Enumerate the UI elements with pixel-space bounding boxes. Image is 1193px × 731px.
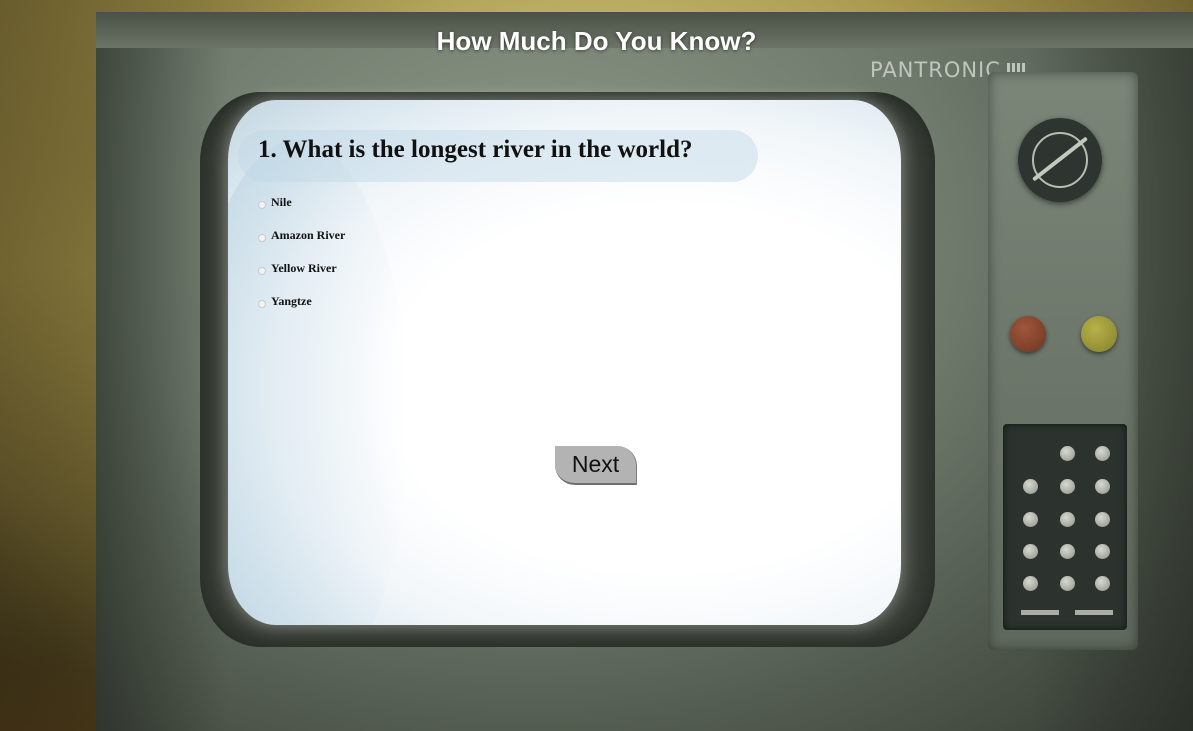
- keypad-button: [1060, 576, 1075, 591]
- tuning-dial: [1018, 118, 1102, 202]
- answer-option[interactable]: Nile: [258, 186, 858, 219]
- keypad-button: [1095, 512, 1110, 527]
- answer-option[interactable]: Yangtze: [258, 285, 858, 318]
- radio-button[interactable]: [258, 299, 266, 308]
- answer-label: Yellow River: [271, 261, 337, 275]
- keypad-button: [1023, 479, 1038, 494]
- keypad-button: [1023, 576, 1038, 591]
- page-title: How Much Do You Know?: [436, 26, 757, 56]
- keypad-button: [1095, 479, 1110, 494]
- keypad: [1003, 424, 1127, 630]
- answer-options: Nile Amazon River Yellow River Yangtze: [258, 186, 858, 318]
- next-button[interactable]: Next: [555, 446, 637, 485]
- brand-name: PANTRONIC: [870, 58, 1001, 82]
- yellow-knob: [1081, 316, 1117, 352]
- red-knob: [1010, 316, 1046, 352]
- answer-label: Yangtze: [271, 294, 312, 308]
- keypad-button: [1060, 544, 1075, 559]
- radio-button[interactable]: [258, 266, 266, 275]
- keypad-button: [1060, 479, 1075, 494]
- keypad-slot: [1075, 610, 1113, 615]
- keypad-button: [1095, 576, 1110, 591]
- answer-option[interactable]: Yellow River: [258, 252, 858, 285]
- answer-option[interactable]: Amazon River: [258, 219, 858, 252]
- keypad-button: [1023, 544, 1038, 559]
- keypad-button: [1060, 512, 1075, 527]
- question-text: 1. What is the longest river in the worl…: [258, 136, 693, 163]
- radio-button[interactable]: [258, 233, 266, 242]
- keypad-slot: [1021, 610, 1059, 615]
- keypad-button: [1095, 544, 1110, 559]
- radio-button[interactable]: [258, 200, 266, 209]
- answer-label: Nile: [271, 195, 292, 209]
- keypad-button: [1095, 446, 1110, 461]
- keypad-button: [1023, 512, 1038, 527]
- question-area: 1. What is the longest river in the worl…: [258, 136, 858, 318]
- answer-label: Amazon River: [271, 228, 346, 242]
- keypad-button: [1060, 446, 1075, 461]
